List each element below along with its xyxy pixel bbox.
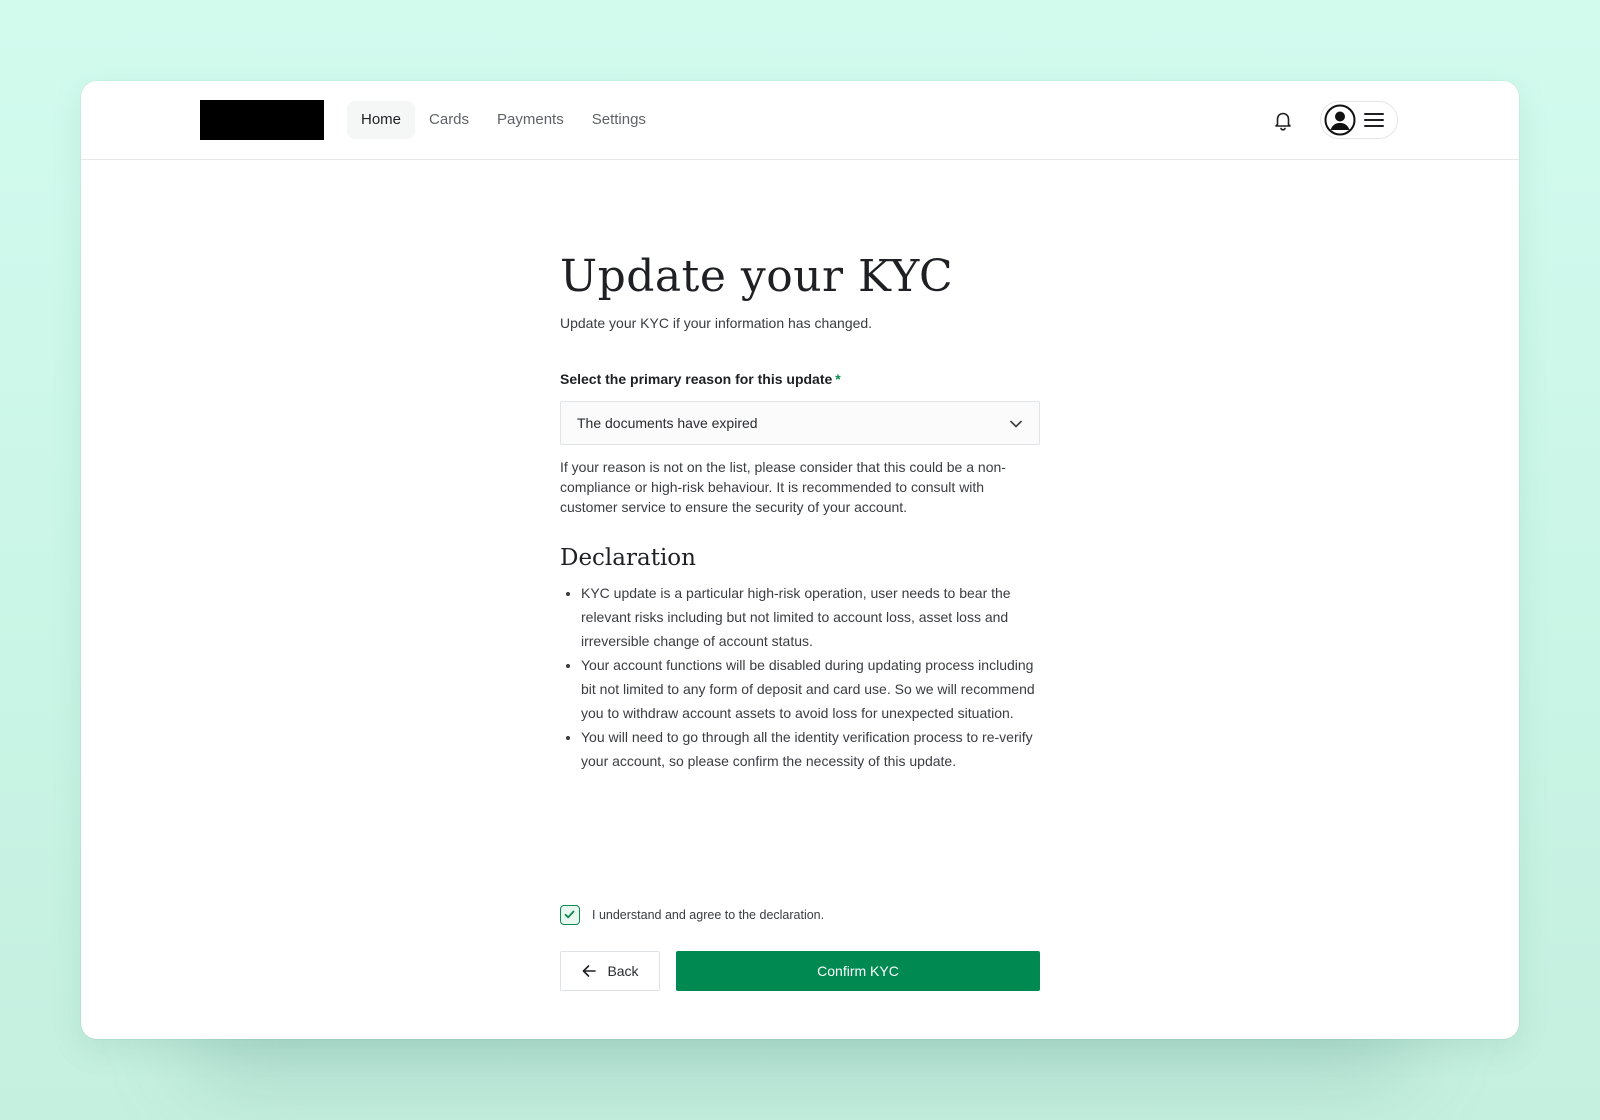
nav-item-payments[interactable]: Payments (483, 101, 578, 139)
nav-item-home[interactable]: Home (347, 101, 416, 139)
form-actions: Back Confirm KYC (560, 951, 1040, 991)
nav-item-settings[interactable]: Settings (578, 101, 660, 139)
agree-row: I understand and agree to the declaratio… (560, 905, 824, 925)
main-nav: Home Cards Payments Settings (347, 101, 660, 139)
reason-hint: If your reason is not on the list, pleas… (560, 459, 1006, 515)
user-avatar-icon (1324, 104, 1356, 136)
agree-label[interactable]: I understand and agree to the declaratio… (592, 908, 824, 922)
agree-checkbox[interactable] (560, 905, 580, 925)
declaration-list: KYC update is a particular high-risk ope… (560, 581, 1040, 773)
reason-label-text: Select the primary reason for this updat… (560, 371, 833, 387)
logo-redacted (200, 100, 324, 140)
declaration-item: You will need to go through all the iden… (581, 725, 1040, 773)
reason-select-value: The documents have expired (577, 415, 758, 431)
declaration-title: Declaration (560, 545, 696, 571)
app-window: Home Cards Payments Settings Update your… (81, 81, 1519, 1039)
nav-item-cards[interactable]: Cards (415, 101, 483, 139)
declaration-item: KYC update is a particular high-risk ope… (581, 581, 1040, 653)
arrow-left-icon (583, 965, 597, 977)
page-subtitle: Update your KYC if your information has … (560, 315, 873, 331)
check-icon (564, 910, 575, 919)
confirm-button-label: Confirm KYC (817, 963, 899, 979)
profile-menu-button[interactable] (1320, 101, 1398, 139)
page-title: Update your KYC (560, 251, 954, 302)
top-navbar: Home Cards Payments Settings (81, 81, 1519, 160)
reason-label: Select the primary reason for this updat… (560, 371, 841, 387)
reason-select[interactable]: The documents have expired (560, 401, 1040, 445)
declaration-item: Your account functions will be disabled … (581, 653, 1040, 725)
required-mark: * (835, 371, 841, 387)
bell-icon[interactable] (1271, 108, 1295, 132)
back-button-label: Back (607, 963, 639, 979)
confirm-kyc-button[interactable]: Confirm KYC (676, 951, 1040, 991)
back-button[interactable]: Back (560, 951, 660, 991)
chevron-down-icon (1009, 417, 1023, 431)
menu-icon (1363, 110, 1385, 130)
